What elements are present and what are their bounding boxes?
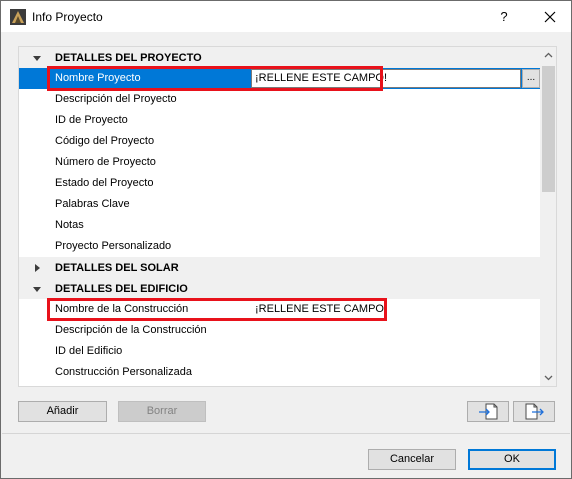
window-title: Info Proyecto [32, 10, 103, 24]
field-label: Descripción de la Construcción [55, 324, 207, 336]
field-row[interactable]: ID de Proyecto [19, 110, 540, 131]
close-button[interactable] [533, 1, 567, 32]
field-row[interactable]: Notas [19, 215, 540, 236]
field-label: Palabras Clave [55, 198, 130, 210]
import-file-icon [479, 403, 498, 420]
section-header-site[interactable]: DETALLES DEL SOLAR [19, 257, 540, 278]
field-row[interactable]: Número de Proyecto [19, 152, 540, 173]
field-label: Descripción del Proyecto [55, 93, 177, 105]
field-label: Código del Proyecto [55, 135, 155, 147]
section-title: DETALLES DEL SOLAR [55, 262, 179, 274]
import-button[interactable] [467, 401, 509, 422]
field-row[interactable]: Código del Proyecto [19, 131, 540, 152]
browse-button[interactable]: ... [522, 69, 540, 88]
chevron-down-icon[interactable] [540, 369, 557, 386]
cancel-button[interactable]: Cancelar [368, 449, 456, 470]
export-button[interactable] [513, 401, 555, 422]
help-button[interactable]: ? [489, 1, 519, 32]
caret-down-icon[interactable] [32, 53, 42, 63]
field-label: ID del Edificio [55, 345, 123, 357]
field-label: Notas [55, 219, 84, 231]
field-label: Estado del Proyecto [55, 177, 154, 189]
field-row[interactable]: Construcción Personalizada [19, 362, 540, 383]
add-button[interactable]: Añadir [18, 401, 107, 422]
highlight-box-building-name [47, 298, 387, 321]
title-bar: Info Proyecto ? [1, 1, 571, 32]
export-file-icon [525, 403, 544, 420]
section-title: DETALLES DEL PROYECTO [55, 52, 202, 64]
highlight-box-project-name [47, 66, 383, 91]
scrollbar-thumb[interactable] [542, 66, 555, 192]
close-icon [544, 11, 556, 23]
section-header-building[interactable]: DETALLES DEL EDIFICIO [19, 278, 540, 299]
app-icon [10, 9, 26, 25]
field-label: Proyecto Personalizado [55, 240, 172, 252]
delete-button[interactable]: Borrar [118, 401, 206, 422]
field-row[interactable]: Descripción del Proyecto [19, 89, 540, 110]
field-label: Construcción Personalizada [55, 366, 192, 378]
field-row[interactable]: Palabras Clave [19, 194, 540, 215]
ok-button[interactable]: OK [468, 449, 556, 470]
project-info-list: DETALLES DEL PROYECTO Nombre Proyecto ¡R… [18, 46, 557, 387]
vertical-scrollbar[interactable] [540, 47, 557, 386]
caret-right-icon[interactable] [32, 263, 42, 273]
chevron-up-icon[interactable] [540, 47, 557, 64]
field-row[interactable]: ID del Edificio [19, 341, 540, 362]
field-label: Número de Proyecto [55, 156, 156, 168]
footer-separator [2, 433, 570, 434]
field-row[interactable]: Proyecto Personalizado [19, 236, 540, 257]
field-row[interactable]: Descripción de la Construcción [19, 320, 540, 341]
info-proyecto-dialog: Info Proyecto ? DETALLES DEL PROYECTO No… [0, 0, 572, 479]
field-row[interactable]: Estado del Proyecto [19, 173, 540, 194]
section-title: DETALLES DEL EDIFICIO [55, 283, 188, 295]
section-header-project[interactable]: DETALLES DEL PROYECTO [19, 47, 540, 68]
field-label: ID de Proyecto [55, 114, 128, 126]
caret-down-icon[interactable] [32, 284, 42, 294]
